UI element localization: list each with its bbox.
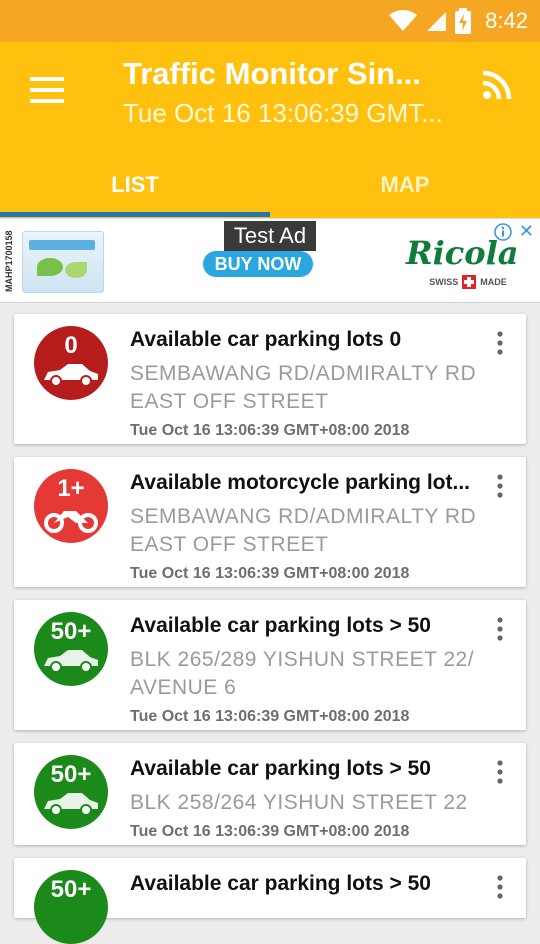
- more-options-icon[interactable]: [490, 473, 510, 499]
- rss-feed-button[interactable]: [482, 70, 518, 106]
- item-address: SEMBAWANG RD/ADMIRALTY RD EAST OFF STREE…: [130, 362, 477, 413]
- badge-count: 50+: [50, 618, 92, 645]
- ad-tagline-right: MADE: [480, 277, 507, 287]
- status-time: 8:42: [485, 8, 528, 33]
- availability-badge: 50+: [34, 755, 108, 829]
- status-bar: 8:42: [0, 0, 540, 42]
- menu-button[interactable]: [22, 67, 72, 111]
- list-item[interactable]: 50+ Available car parking lots > 50: [14, 858, 526, 944]
- status-icons: 8:42: [389, 0, 528, 42]
- tab-list[interactable]: LIST: [0, 152, 270, 218]
- tab-map[interactable]: MAP: [270, 152, 540, 218]
- item-timestamp: Tue Oct 16 13:06:39 GMT+08:00 2018: [130, 708, 410, 725]
- car-icon: [44, 364, 98, 387]
- ad-buy-now-button[interactable]: BUY NOW: [203, 251, 313, 277]
- motorcycle-icon: [44, 511, 98, 533]
- item-address: BLK 265/289 YISHUN STREET 22/ AVENUE 6: [130, 648, 475, 699]
- app-subtitle: Tue Oct 16 13:06:39 GMT...: [123, 98, 443, 128]
- ad-brand-logo: Ricola: [406, 234, 519, 272]
- more-options-icon[interactable]: [490, 616, 510, 642]
- item-title: Available car parking lots > 50: [130, 757, 431, 780]
- badge-count: 1+: [57, 475, 85, 502]
- item-title: Available motorcycle parking lot...: [130, 471, 470, 494]
- item-title: Available car parking lots > 50: [130, 872, 431, 895]
- ad-tagline-left: SWISS: [429, 277, 459, 287]
- ad-close-icon[interactable]: ✕: [519, 221, 534, 242]
- item-address: SEMBAWANG RD/ADMIRALTY RD EAST OFF STREE…: [130, 505, 477, 556]
- availability-badge: 50+: [34, 612, 108, 686]
- availability-badge: 50+: [34, 870, 108, 944]
- availability-badge: 0: [34, 326, 108, 400]
- more-options-icon[interactable]: [490, 874, 510, 900]
- ad-tagline: SWISS MADE: [416, 275, 520, 289]
- swiss-cross-icon: [462, 275, 477, 289]
- item-title: Available car parking lots > 50: [130, 614, 431, 637]
- app-title: Traffic Monitor Sin...: [123, 56, 421, 91]
- more-options-icon[interactable]: [490, 759, 510, 785]
- tab-indicator: [0, 212, 270, 217]
- battery-charging-icon: [455, 8, 472, 34]
- item-timestamp: Tue Oct 16 13:06:39 GMT+08:00 2018: [130, 422, 410, 439]
- wifi-icon: [389, 10, 418, 31]
- ad-banner[interactable]: MAHP1700158 Test Ad BUY NOW ✕ Ricola SWI…: [0, 218, 540, 303]
- item-address: BLK 258/264 YISHUN STREET 22: [130, 791, 468, 814]
- more-options-icon[interactable]: [490, 330, 510, 356]
- app-bar: Traffic Monitor Sin... Tue Oct 16 13:06:…: [0, 42, 540, 218]
- item-title: Available car parking lots 0: [130, 328, 402, 351]
- item-timestamp: Tue Oct 16 13:06:39 GMT+08:00 2018: [130, 823, 410, 840]
- car-icon: [44, 793, 98, 816]
- signal-icon: [427, 12, 447, 31]
- availability-badge: 1+: [34, 469, 108, 543]
- item-timestamp: Tue Oct 16 13:06:39 GMT+08:00 2018: [130, 565, 410, 582]
- list-item[interactable]: 50+ Available car parking lots > 50 BLK …: [14, 743, 526, 845]
- badge-count: 50+: [50, 761, 92, 788]
- hamburger-menu-icon: [30, 77, 64, 103]
- car-icon: [44, 650, 98, 673]
- ad-product-image: [22, 231, 104, 293]
- rss-icon: [482, 70, 512, 100]
- badge-count: 0: [64, 332, 78, 359]
- list-item[interactable]: 50+ Available car parking lots > 50 BLK …: [14, 600, 526, 730]
- ad-code: MAHP1700158: [4, 230, 14, 292]
- ad-label: Test Ad: [224, 221, 316, 251]
- list-item[interactable]: 1+ Available motorcycle parking lot... S…: [14, 457, 526, 587]
- list-item[interactable]: 0 Available car parking lots 0 SEMBAWANG…: [14, 314, 526, 444]
